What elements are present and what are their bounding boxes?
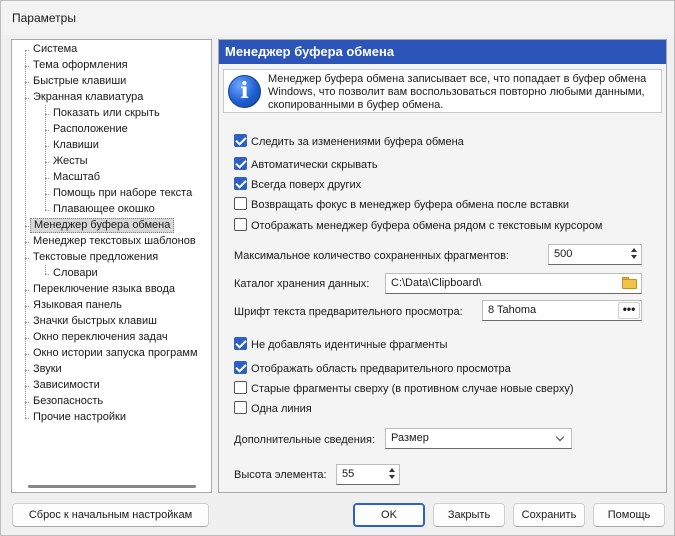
option-label: Всегда поверх других [251, 179, 362, 191]
tree-item[interactable]: Прочие настройки [30, 410, 129, 425]
title-bar[interactable]: Параметры [1, 1, 674, 35]
tree-item[interactable]: Словари [50, 266, 101, 281]
info-icon: i [228, 75, 261, 108]
arrow-down-icon[interactable] [389, 475, 395, 479]
option-checkbox-row[interactable]: Возвращать фокус в менеджер буфера обмен… [234, 197, 569, 213]
tree-item[interactable]: Система [30, 42, 80, 57]
option-label: Не добавлять идентичные фрагменты [251, 339, 448, 351]
option-label: Возвращать фокус в менеджер буфера обмен… [251, 199, 570, 211]
option-checkbox-row[interactable]: Следить за изменениями буфера обмена [234, 134, 464, 150]
window-title: Параметры [12, 11, 76, 25]
checkbox-checked-icon[interactable] [234, 134, 247, 147]
arrow-down-icon[interactable] [631, 255, 637, 259]
tree-item[interactable]: Текстовые предложения [30, 250, 161, 265]
checkbox-checked-icon[interactable] [234, 157, 247, 170]
checkbox-unchecked-icon[interactable] [234, 381, 247, 394]
option-label: Автоматически скрывать [251, 159, 378, 171]
folder-icon[interactable] [621, 276, 639, 291]
tree-item[interactable]: Значки быстрых клавиш [30, 314, 160, 329]
spinner-arrows[interactable] [386, 466, 398, 483]
tree-item[interactable]: Тема оформления [30, 58, 131, 73]
item-height-label: Высота элемента: [234, 469, 327, 481]
info-text: Менеджер буфера обмена записывает все, ч… [268, 73, 647, 111]
arrow-up-icon[interactable] [389, 468, 395, 472]
preview-font-value: 8 Tahoma [488, 304, 537, 316]
option-label: Отображать область предварительного прос… [251, 363, 511, 375]
checkbox-unchecked-icon[interactable] [234, 197, 247, 210]
tree-connector [45, 274, 49, 275]
tree-item[interactable]: Менеджер текстовых шаблонов [30, 234, 199, 249]
preview-font-field[interactable]: 8 Tahoma ••• [482, 300, 642, 321]
settings-tree[interactable]: Система Тема оформления Быстрые клавиши Экр… [11, 39, 212, 493]
tree-connector [45, 105, 46, 210]
checkbox-checked-icon[interactable] [234, 337, 247, 350]
tree-item[interactable]: Масштаб [50, 170, 103, 185]
close-button[interactable]: Закрыть [433, 503, 505, 527]
spinner-arrows[interactable] [628, 246, 640, 263]
tree-item[interactable]: Звуки [30, 362, 65, 377]
tree-item[interactable]: Языковая панель [30, 298, 125, 313]
storage-dir-label: Каталог хранения данных: [234, 278, 370, 290]
tree-item[interactable]: Расположение [50, 122, 131, 137]
max-fragments-label: Максимальное количество сохраненных фраг… [234, 250, 509, 262]
checkbox-unchecked-icon[interactable] [234, 218, 247, 231]
tree-horizontal-scrollbar[interactable] [28, 485, 196, 488]
tree-item[interactable]: Переключение языка ввода [30, 282, 178, 297]
save-button[interactable]: Сохранить [513, 503, 585, 527]
preview-font-label: Шрифт текста предварительного просмотра: [234, 306, 463, 318]
option-checkbox-row[interactable]: Автоматически скрывать [234, 157, 378, 173]
extra-info-dropdown[interactable]: Размер [385, 428, 572, 449]
tree-item[interactable]: Плавающее окошко [50, 202, 158, 217]
font-browse-button[interactable]: ••• [618, 302, 640, 319]
tree-item[interactable]: Окно истории запуска программ [30, 346, 201, 361]
help-button[interactable]: Помощь [593, 503, 665, 527]
tree-item[interactable]: Помощь при наборе текста [50, 186, 195, 201]
max-fragments-spinner[interactable]: 500 [548, 244, 642, 265]
storage-dir-value: C:\Data\Clipboard\ [391, 277, 482, 289]
option-checkbox-row[interactable]: Старые фрагменты сверху (в противном слу… [234, 381, 574, 397]
tree-item[interactable]: Безопасность [30, 394, 106, 409]
panel-title: Менеджер буфера обмена [219, 40, 666, 64]
tree-item[interactable]: Менеджер буфера обмена [30, 218, 175, 233]
tree-item[interactable]: Жесты [50, 154, 91, 169]
ok-button[interactable]: OK [353, 503, 425, 527]
tree-connector [45, 210, 49, 211]
option-label: Отображать менеджер буфера обмена рядом … [251, 220, 603, 232]
max-fragments-value: 500 [554, 248, 573, 260]
tree-connector [25, 418, 29, 419]
option-checkbox-row[interactable]: Одна линия [234, 401, 312, 417]
option-checkbox-row[interactable]: Всегда поверх других [234, 177, 361, 193]
storage-dir-field[interactable]: C:\Data\Clipboard\ [385, 273, 642, 294]
reset-button[interactable]: Сброс к начальным настройкам [12, 503, 209, 527]
extra-info-value: Размер [391, 432, 429, 444]
arrow-up-icon[interactable] [631, 248, 637, 252]
tree-item[interactable]: Окно переключения задач [30, 330, 171, 345]
tree-item[interactable]: Показать или скрыть [50, 106, 163, 121]
tree-connector [25, 50, 26, 418]
info-box: i Менеджер буфера обмена записывает все,… [223, 69, 662, 113]
tree-item[interactable]: Клавиши [50, 138, 102, 153]
checkbox-unchecked-icon[interactable] [234, 401, 247, 414]
chevron-down-icon [555, 432, 565, 442]
option-label: Следить за изменениями буфера обмена [251, 136, 464, 148]
option-label: Одна линия [251, 403, 312, 415]
extra-info-label: Дополнительные сведения: [234, 434, 375, 446]
option-checkbox-row[interactable]: Отображать область предварительного прос… [234, 361, 511, 377]
clipboard-manager-panel: Менеджер буфера обмена i Менеджер буфера… [218, 39, 667, 493]
option-checkbox-row[interactable]: Не добавлять идентичные фрагменты [234, 337, 447, 353]
settings-window: Параметры Система Тема оформления Быстрые … [0, 0, 675, 536]
option-label: Старые фрагменты сверху (в противном слу… [251, 383, 574, 395]
item-height-spinner[interactable]: 55 [336, 464, 400, 485]
tree-item[interactable]: Экранная клавиатура [30, 90, 146, 105]
checkbox-checked-icon[interactable] [234, 177, 247, 190]
option-checkbox-row[interactable]: Отображать менеджер буфера обмена рядом … [234, 218, 602, 234]
item-height-value: 55 [342, 468, 355, 480]
checkbox-checked-icon[interactable] [234, 361, 247, 374]
tree-item[interactable]: Зависимости [30, 378, 103, 393]
tree-connector [45, 265, 46, 274]
tree-item[interactable]: Быстрые клавиши [30, 74, 129, 89]
